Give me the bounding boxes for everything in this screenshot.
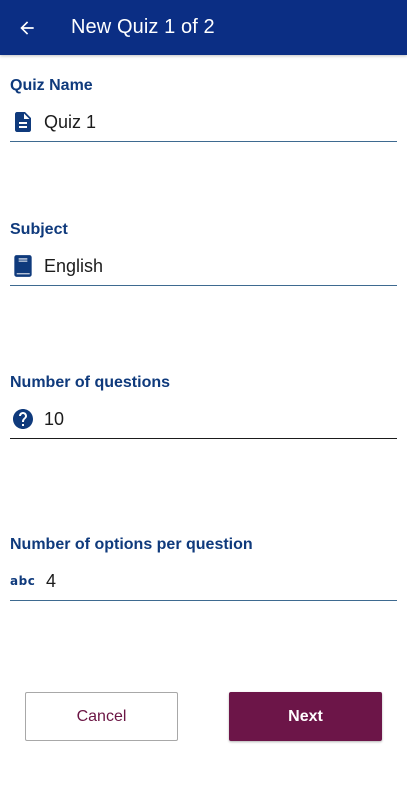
num-options-input-row[interactable]: abc 4 xyxy=(10,562,397,601)
num-questions-label: Number of questions xyxy=(10,374,171,391)
num-questions-input-row[interactable]: 10 xyxy=(10,400,397,439)
num-questions-field: Number of questions 10 xyxy=(10,372,397,439)
back-button[interactable] xyxy=(13,14,41,42)
subject-input[interactable]: English xyxy=(44,256,103,277)
document-icon xyxy=(10,109,36,135)
subject-input-row[interactable]: English xyxy=(10,247,397,286)
num-options-label: Number of options per question xyxy=(10,536,253,553)
quiz-name-label: Quiz Name xyxy=(10,77,93,94)
cancel-button[interactable]: Cancel xyxy=(25,692,178,741)
subject-label: Subject xyxy=(10,221,68,238)
num-options-field: Number of options per question abc 4 xyxy=(10,534,397,601)
subject-field: Subject English xyxy=(10,219,397,286)
arrow-left-icon xyxy=(20,20,34,35)
abc-icon: abc xyxy=(10,574,36,588)
next-button[interactable]: Next xyxy=(229,692,382,741)
page-title: New Quiz 1 of 2 xyxy=(71,16,215,38)
new-quiz-screen: New Quiz 1 of 2 Quiz Name Quiz 1 Subject xyxy=(0,0,407,800)
quiz-name-field: Quiz Name Quiz 1 xyxy=(10,75,397,142)
question-circle-icon xyxy=(10,406,36,432)
num-questions-input[interactable]: 10 xyxy=(44,409,64,430)
quiz-name-input[interactable]: Quiz 1 xyxy=(44,112,96,133)
num-options-input[interactable]: 4 xyxy=(46,571,56,592)
app-bar: New Quiz 1 of 2 xyxy=(0,0,407,55)
quiz-name-input-row[interactable]: Quiz 1 xyxy=(10,103,397,142)
book-icon xyxy=(10,253,36,279)
